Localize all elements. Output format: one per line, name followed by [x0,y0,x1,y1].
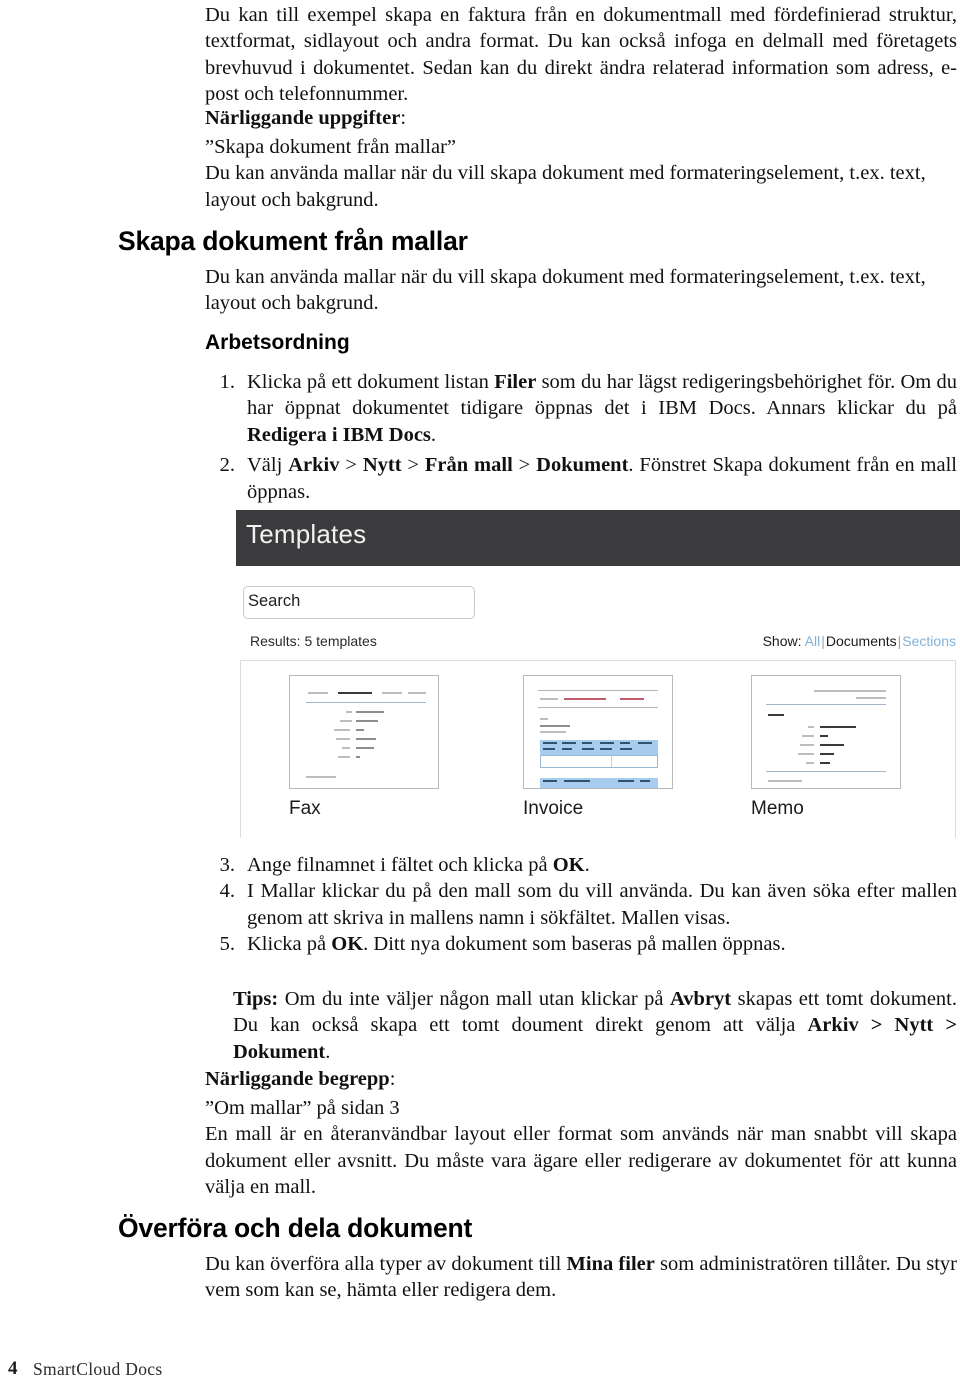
related-tasks-colon: : [400,107,407,129]
list-item: 4. I Mallar klickar du på den mall som d… [205,878,957,931]
list-item: 5. Klicka på OK. Ditt nya dokument som b… [205,931,957,957]
template-card-memo[interactable]: Memo [751,675,941,820]
related-tasks-link-block: ”Skapa dokument från mallar” Du kan anvä… [205,134,957,213]
intro-paragraph-block: Du kan till exempel skapa en faktura frå… [205,2,957,108]
show-filter-sections[interactable]: Sections [902,633,956,649]
results-count-label: Results: 5 templates [250,633,377,649]
show-filter-group: Show: All|Documents|Sections [763,633,956,649]
templates-gallery: Fax Invoice Memo [240,660,956,838]
related-concepts-label: Närliggande begrepp [205,1068,390,1090]
list-item-text: Klicka på OK. Ditt nya dokument som base… [247,933,786,956]
tip-text: Tips: Om du inte väljer någon mall utan … [233,988,957,1063]
templates-intro-block: Du kan använda mallar när du vill skapa … [205,264,957,317]
show-filter-documents[interactable]: Documents [826,633,897,649]
related-task-link[interactable]: ”Skapa dokument från mallar” [205,134,957,160]
template-name-invoice: Invoice [523,798,584,819]
templates-dialog-screenshot: Templates Search Results: 5 templates Sh… [236,510,960,842]
upload-intro-block: Du kan överföra alla typer av dokument t… [205,1251,957,1304]
show-filter-all[interactable]: All [805,633,821,649]
intro-paragraph: Du kan till exempel skapa en faktura frå… [205,4,957,106]
template-thumbnail-invoice [523,675,673,789]
footer-page-number: 4 [8,1358,18,1379]
list-item-text: I Mallar klickar du på den mall som du v… [247,880,957,929]
list-item-number: 2. [219,454,235,477]
page-title-upload-share: Överföra och dela dokument [118,1213,473,1243]
template-thumbnail-memo [751,675,901,789]
procedure-heading-block: Arbetsordning [205,331,957,355]
related-concepts-colon: : [389,1068,396,1090]
list-item-text: Ange filnamnet i fältet och klicka på OK… [247,854,590,876]
document-page: Du kan till exempel skapa en faktura frå… [0,0,960,1391]
concept-link-block: ”Om mallar” på sidan 3 En mall är en åte… [205,1095,957,1201]
related-tasks-label-line: Närliggande uppgifter: [205,105,957,131]
list-item-number: 3. [219,854,235,876]
related-concepts-block: Närliggande begrepp: [205,1066,957,1092]
search-input-value: Search [248,592,301,610]
template-card-invoice[interactable]: Invoice [523,675,713,820]
related-tasks-label: Närliggande uppgifter [205,107,401,129]
tip-block: Tips: Om du inte väljer någon mall utan … [233,986,957,1065]
concept-link[interactable]: ”Om mallar” på sidan 3 [205,1095,957,1121]
list-item-number: 4. [219,880,235,903]
list-item-text: Klicka på ett dokument listan Filer som … [247,371,957,446]
list-item: 1. Klicka på ett dokument listan Filer s… [205,369,957,448]
template-thumbnail-fax [289,675,439,789]
templates-dialog-title: Templates [246,519,367,549]
show-filter-label: Show: [762,633,802,649]
procedure-steps-part2: 3. Ange filnamnet i fältet och klicka på… [205,852,957,958]
concept-description: En mall är en återanvändbar layout eller… [205,1123,957,1199]
list-item-number: 5. [219,933,235,956]
search-input[interactable]: Search [243,586,475,619]
templates-intro: Du kan använda mallar när du vill skapa … [205,266,926,315]
related-task-description: Du kan använda mallar när du vill skapa … [205,162,926,211]
list-item-number: 1. [219,371,235,393]
template-name-memo: Memo [751,798,804,819]
page-title-create-documents: Skapa dokument från mallar [118,226,468,256]
list-item: 3. Ange filnamnet i fältet och klicka på… [205,852,957,878]
footer-book-title: SmartCloud Docs [33,1359,163,1379]
procedure-steps-part1: 1. Klicka på ett dokument listan Filer s… [205,369,957,505]
template-card-fax[interactable]: Fax [289,675,479,820]
related-concepts-label-line: Närliggande begrepp: [205,1066,957,1092]
template-name-fax: Fax [289,798,321,819]
upload-intro: Du kan överföra alla typer av dokument t… [205,1253,957,1302]
list-item-text: Välj Arkiv > Nytt > Från mall > Dokument… [247,454,957,503]
related-tasks-block: Närliggande uppgifter: [205,105,957,131]
procedure-heading: Arbetsordning [205,331,350,354]
list-item: 2. Välj Arkiv > Nytt > Från mall > Dokum… [205,452,957,505]
